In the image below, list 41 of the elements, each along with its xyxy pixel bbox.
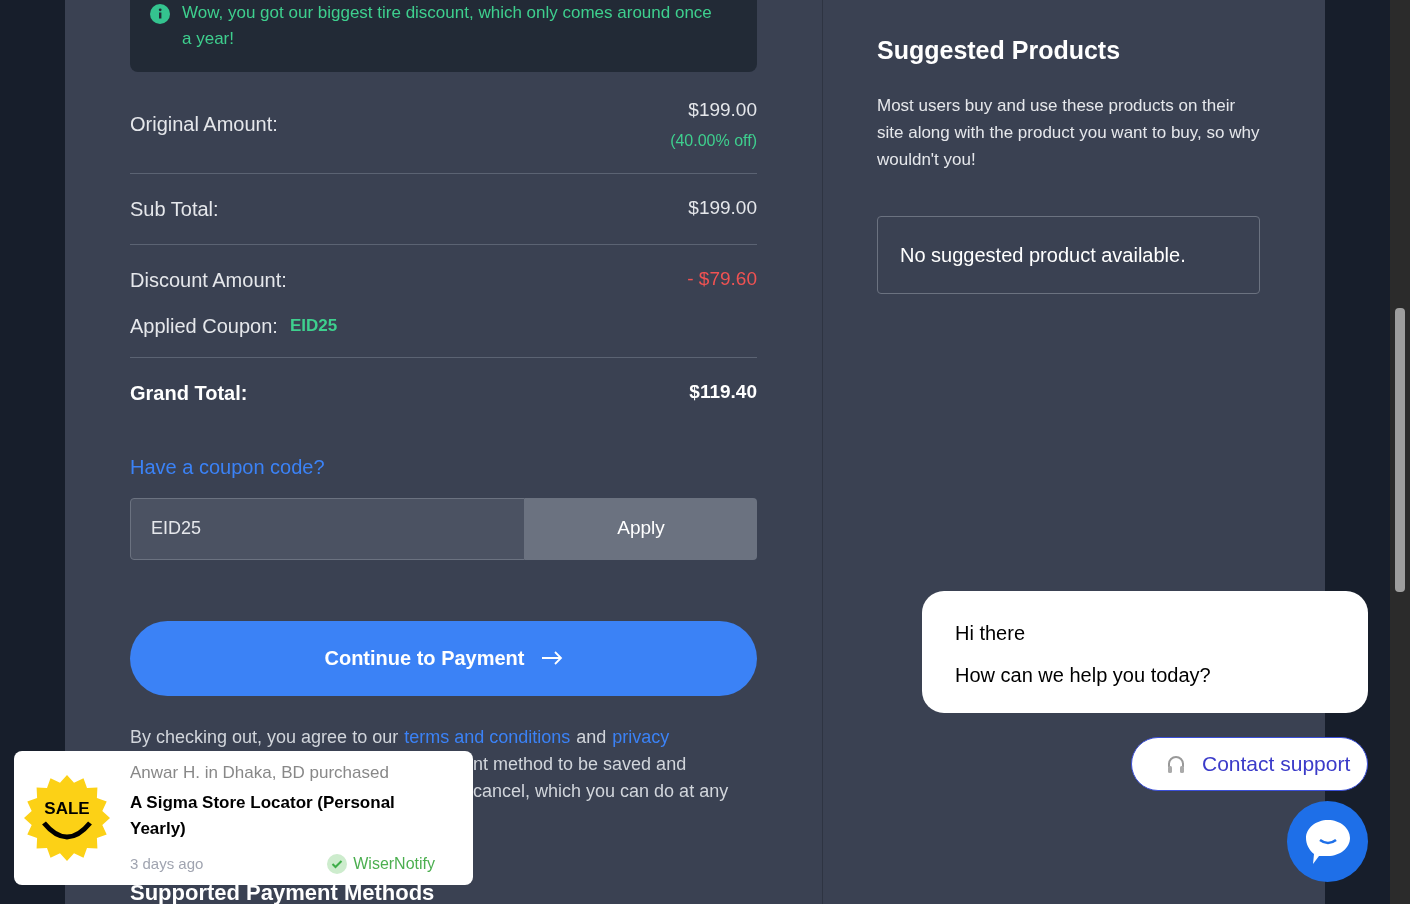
discount-percent: (40.00% off) [670, 130, 757, 151]
sale-badge: SALE [24, 775, 110, 861]
terms-text: and [576, 725, 607, 749]
check-icon [327, 853, 348, 874]
suggested-description: Most users buy and use these products on their site along with the product you want to buy, so why wouldn't you! [877, 94, 1260, 171]
terms-text: nt method to be saved and [473, 753, 687, 774]
original-amount-value: $199.00 [688, 98, 757, 122]
grand-total-label: Grand Total: [130, 380, 248, 406]
info-icon [150, 4, 170, 24]
subtotal-value: $199.00 [688, 196, 757, 221]
terms-text: By checking out, you agree to our [130, 725, 399, 749]
payment-methods-heading: Supported Payment Methods [130, 882, 435, 904]
original-amount-label: Original Amount: [130, 112, 278, 138]
coupon-link[interactable]: Have a coupon code? [130, 451, 757, 482]
product-name: A Sigma Store Locator (Personal Yearly) [130, 791, 396, 840]
terms-text: cancel, which you can do at any [473, 780, 729, 801]
purchase-notification[interactable]: SALE Anwar H. in Dhaka, BD purchased A Sigma Store Locator (Personal Yearly) 3 days ago WiserNotify [14, 751, 473, 885]
applied-coupon-label: Applied Coupon: [130, 313, 278, 339]
chat-question: How can we help you today? [955, 663, 1212, 688]
brand-text: WiserNotify [353, 853, 435, 874]
arrow-right-icon [540, 651, 563, 665]
coupon-input[interactable]: EID25 [130, 497, 525, 560]
apply-button[interactable]: Apply [525, 497, 757, 560]
subtotal-label: Sub Total: [130, 196, 219, 222]
scrollbar[interactable] [1390, 0, 1410, 904]
applied-coupon-code: EID25 [289, 314, 338, 337]
purchaser-text: Anwar H. in Dhaka, BD purchased [130, 762, 390, 785]
headphones-icon [1166, 754, 1186, 774]
chat-greeting: Hi there [955, 621, 1027, 646]
time-ago: 3 days ago [130, 853, 204, 874]
terms-link[interactable]: terms and conditions [404, 723, 571, 751]
empty-suggestions-box: No suggested product available. [877, 215, 1260, 294]
chat-bubble-icon [1304, 818, 1351, 865]
discount-label: Discount Amount: [130, 267, 287, 293]
contact-support-button[interactable]: Contact support [1131, 737, 1368, 791]
privacy-link[interactable]: privacy [612, 723, 670, 751]
suggested-products-title: Suggested Products [877, 35, 1122, 66]
continue-to-payment-button[interactable]: Continue to Payment [130, 620, 757, 696]
notice-text: Wow, you got our biggest tire discount, which only comes around once a year! [182, 2, 713, 50]
discount-value: - $79.60 [687, 267, 757, 292]
grand-total-value: $119.40 [689, 380, 757, 405]
